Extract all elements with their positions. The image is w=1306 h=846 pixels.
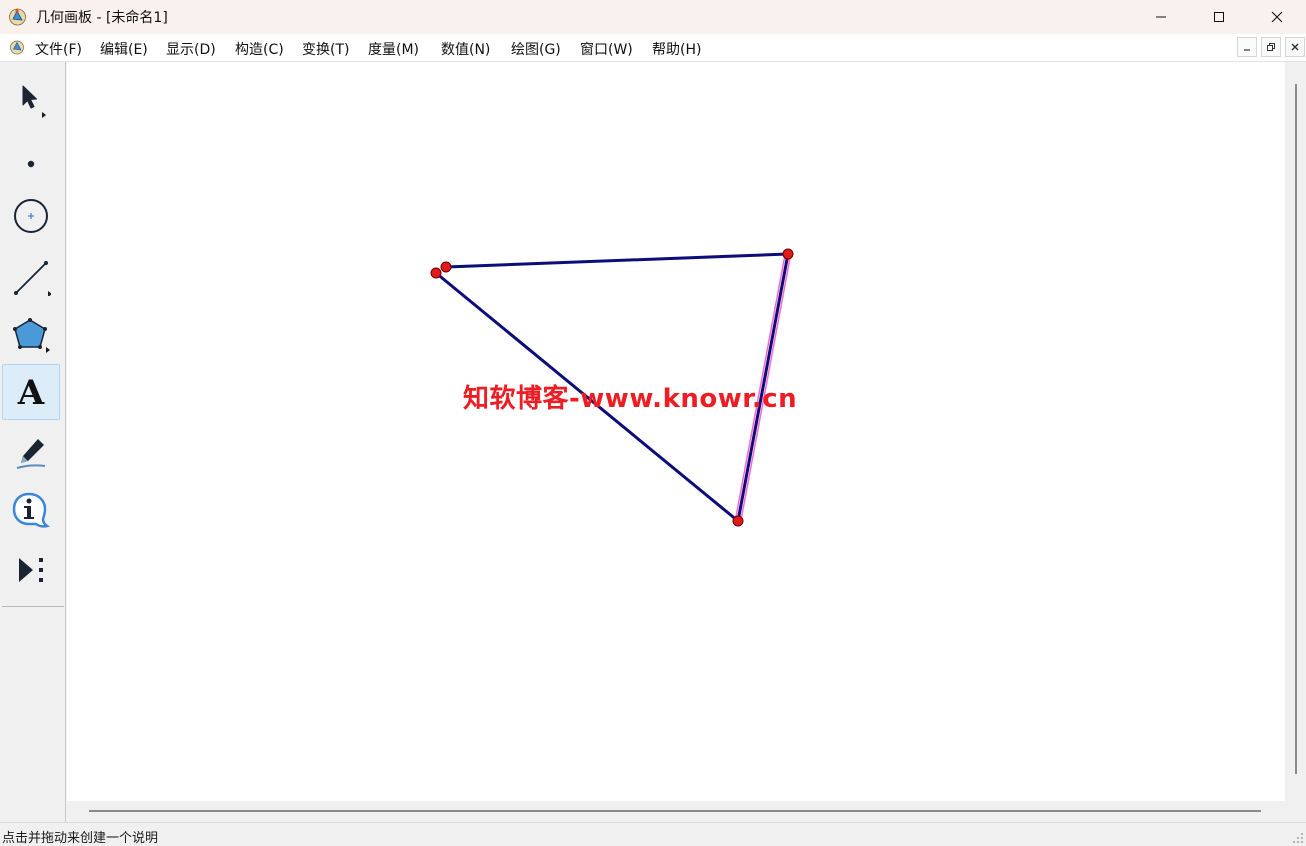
polygon-icon bbox=[13, 318, 50, 353]
watermark-text: 知软博客-www.knowr.cn bbox=[463, 384, 798, 414]
maximize-icon bbox=[1214, 12, 1224, 22]
info-icon bbox=[12, 492, 51, 528]
minimize-icon bbox=[1156, 16, 1166, 18]
pen-icon bbox=[16, 439, 46, 469]
menu-number[interactable]: 数值(N) bbox=[441, 39, 490, 59]
straightedge-tool[interactable] bbox=[2, 248, 60, 304]
window-title: 几何画板 - [未命名1] bbox=[36, 10, 168, 26]
horizontal-scrollbar[interactable] bbox=[67, 801, 1285, 822]
document-icon[interactable] bbox=[9, 39, 25, 55]
minimize-button[interactable] bbox=[1132, 0, 1190, 34]
custom-tool[interactable] bbox=[2, 542, 60, 598]
close-icon bbox=[1271, 11, 1283, 23]
horizontal-scroll-thumb[interactable] bbox=[89, 810, 1261, 812]
information-tool[interactable] bbox=[2, 482, 60, 538]
marker-tool[interactable] bbox=[2, 424, 60, 480]
status-bar: 点击并拖动来创建一个说明 bbox=[0, 822, 1306, 846]
vertical-scrollbar[interactable] bbox=[1285, 62, 1306, 807]
menu-bar: 文件(F) 编辑(E) 显示(D) 构造(C) 变换(T) 度量(M) 数值(N… bbox=[0, 34, 1306, 62]
menu-edit[interactable]: 编辑(E) bbox=[100, 39, 148, 59]
svg-text:A: A bbox=[17, 373, 45, 412]
sketchpad-app-icon bbox=[9, 8, 26, 26]
sketch-drawing[interactable] bbox=[67, 62, 1285, 801]
minimize-icon bbox=[1244, 49, 1250, 51]
point-icon bbox=[27, 160, 35, 168]
resize-grip-icon[interactable] bbox=[1290, 830, 1304, 844]
menu-window[interactable]: 窗口(W) bbox=[580, 39, 633, 59]
sketch-canvas[interactable]: 知软博客-www.knowr.cn bbox=[67, 62, 1306, 822]
menu-measure[interactable]: 度量(M) bbox=[368, 39, 419, 59]
arrow-icon bbox=[22, 85, 46, 118]
menu-construct[interactable]: 构造(C) bbox=[235, 39, 284, 59]
menu-graph[interactable]: 绘图(G) bbox=[511, 39, 561, 59]
doc-restore-button[interactable] bbox=[1261, 37, 1281, 57]
play-more-icon bbox=[19, 558, 43, 582]
restore-icon bbox=[1267, 43, 1275, 51]
menu-display[interactable]: 显示(D) bbox=[166, 39, 216, 59]
scroll-corner bbox=[1285, 801, 1306, 822]
close-icon bbox=[1291, 43, 1299, 51]
menu-transform[interactable]: 变换(T) bbox=[302, 39, 349, 59]
toolbox-separator bbox=[2, 606, 64, 607]
title-bar: 几何画板 - [未命名1] bbox=[0, 0, 1306, 34]
toolbox: A bbox=[0, 62, 66, 822]
point-c[interactable] bbox=[782, 248, 794, 260]
point-a[interactable] bbox=[430, 267, 442, 279]
point-b[interactable] bbox=[440, 261, 452, 273]
text-tool[interactable]: A bbox=[2, 364, 60, 420]
segment-icon bbox=[14, 261, 51, 296]
vertical-scroll-thumb[interactable] bbox=[1295, 84, 1297, 774]
segment-top[interactable] bbox=[445, 252, 789, 269]
circle-icon bbox=[14, 199, 48, 233]
text-A-icon: A bbox=[17, 373, 45, 412]
doc-minimize-button[interactable] bbox=[1237, 37, 1257, 57]
close-button[interactable] bbox=[1248, 0, 1306, 34]
polygon-tool[interactable] bbox=[2, 306, 60, 362]
doc-close-button[interactable] bbox=[1285, 37, 1305, 57]
maximize-button[interactable] bbox=[1190, 0, 1248, 34]
compass-tool[interactable] bbox=[2, 188, 60, 244]
menu-help[interactable]: 帮助(H) bbox=[652, 39, 701, 59]
point-d[interactable] bbox=[732, 515, 744, 527]
menu-file[interactable]: 文件(F) bbox=[35, 39, 82, 59]
arrow-select-tool[interactable] bbox=[2, 70, 60, 126]
status-message: 点击并拖动来创建一个说明 bbox=[2, 831, 159, 846]
point-tool[interactable] bbox=[2, 128, 60, 184]
